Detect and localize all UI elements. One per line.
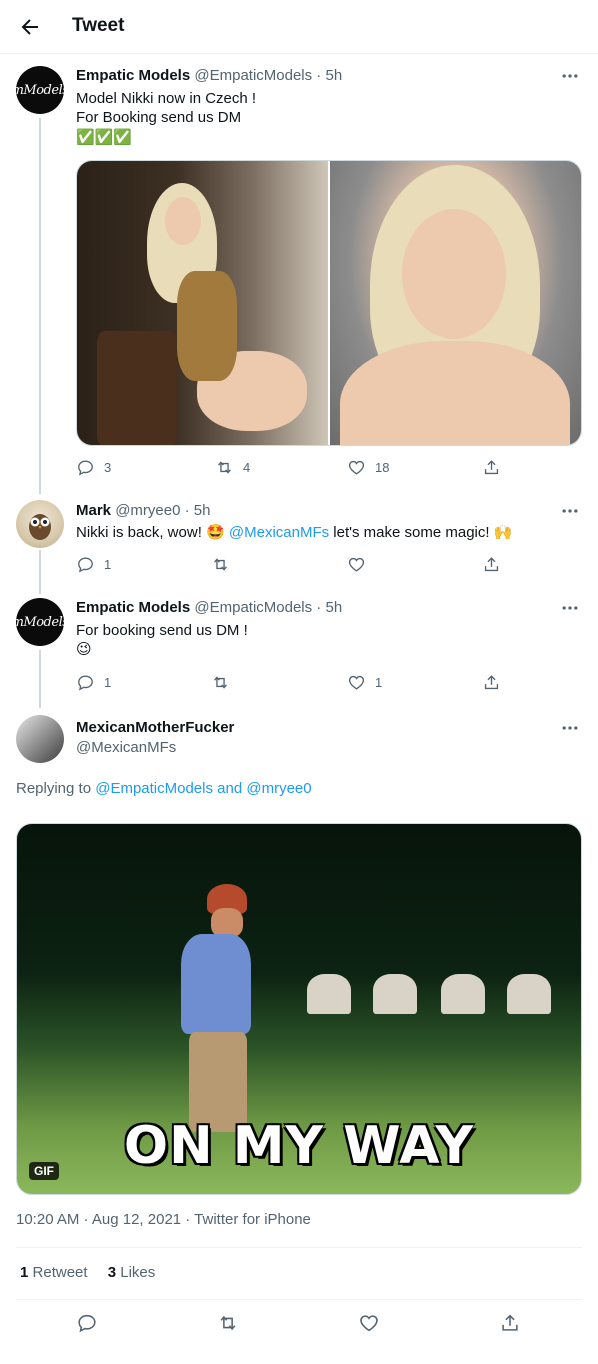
share-icon [484, 557, 499, 572]
page-header: Tweet [0, 0, 598, 54]
reply-button[interactable]: 3 [76, 458, 111, 477]
tweet-timestamp[interactable]: 10:20 AM · Aug 12, 2021 · Twitter for iP… [16, 1211, 311, 1228]
retweet-icon [214, 558, 227, 571]
divider [16, 1299, 582, 1300]
author-name[interactable]: Empatic Models [76, 67, 190, 84]
main-tweet-actions [0, 1312, 598, 1338]
reply-button[interactable]: 1 [76, 673, 111, 692]
tweet-author: Empatic Models @EmpaticModels · 5h [76, 67, 342, 84]
tweet-actions: 1 1 [0, 673, 598, 693]
share-button[interactable] [482, 673, 501, 692]
reply-icon [78, 1314, 96, 1333]
mention-link[interactable]: @MexicanMFs [229, 524, 329, 541]
reply-button[interactable] [76, 1312, 98, 1334]
tweet-author: Mark @mryee0 · 5h [76, 502, 210, 519]
heart-icon [360, 1315, 378, 1332]
share-icon [484, 675, 499, 690]
page-title: Tweet [72, 15, 125, 36]
share-button[interactable] [482, 458, 501, 477]
tweet-text-line: For booking send us DM ! [76, 622, 248, 639]
photo-right[interactable] [330, 161, 581, 445]
engagement-stats: 1 Retweet 3 Likes [20, 1264, 155, 1281]
heart-icon [348, 557, 365, 572]
reply-icon [78, 460, 93, 476]
like-count: 1 [375, 675, 383, 690]
replying-to-users[interactable]: @EmpaticModels and @mryee0 [95, 780, 311, 797]
more-icon[interactable] [560, 66, 580, 86]
author-handle[interactable]: @EmpaticModels · 5h [194, 67, 342, 84]
retweet-stat[interactable]: 1 Retweet [20, 1264, 88, 1281]
avatar[interactable] [16, 715, 64, 763]
replying-to: Replying to @EmpaticModels and @mryee0 [16, 780, 312, 797]
tweet-emoji: ✅✅✅ [76, 129, 133, 146]
author-handle[interactable]: @MexicanMFs [76, 739, 176, 756]
heart-icon [348, 675, 365, 690]
back-arrow-icon[interactable] [18, 15, 42, 39]
tweet-text: Nikki is back, wow! 🤩 @MexicanMFs let's … [76, 524, 513, 541]
tweet-actions: 3 4 18 [0, 458, 598, 478]
author-handle[interactable]: @EmpaticModels · 5h [194, 599, 342, 616]
retweet-button[interactable] [211, 555, 230, 574]
tweet-author: Empatic Models @EmpaticModels · 5h [76, 599, 342, 616]
retweet-button[interactable]: 4 [215, 458, 250, 477]
reply-count: 3 [104, 460, 112, 475]
tweet-text-line: Model Nikki now in Czech ! [76, 90, 257, 107]
reply-count: 1 [104, 557, 112, 572]
like-stat[interactable]: 3 Likes [108, 1264, 156, 1281]
heart-icon [348, 460, 365, 475]
retweet-count: 4 [243, 460, 251, 475]
retweet-button[interactable] [217, 1312, 239, 1334]
more-icon[interactable] [560, 501, 580, 521]
photo-left[interactable] [77, 161, 328, 445]
more-icon[interactable] [560, 718, 580, 738]
like-count: 18 [375, 460, 390, 475]
gif-media[interactable]: ON MY WAY GIF [16, 823, 582, 1195]
reply-button[interactable]: 1 [76, 555, 111, 574]
gif-figure [167, 884, 277, 1144]
avatar[interactable]: mModels [16, 598, 64, 646]
like-button[interactable] [347, 555, 366, 574]
divider [16, 1247, 582, 1248]
reply-count: 1 [104, 675, 112, 690]
avatar[interactable] [16, 500, 64, 548]
thread-connector [39, 118, 41, 494]
like-button[interactable]: 18 [347, 458, 389, 477]
gif-badge: GIF [29, 1162, 59, 1180]
avatar[interactable]: mModels [16, 66, 64, 114]
gif-mailboxes [307, 974, 577, 1044]
author-handle[interactable]: @mryee0 · 5h [115, 502, 210, 519]
like-button[interactable]: 1 [347, 673, 382, 692]
reply-icon [78, 675, 93, 691]
share-button[interactable] [499, 1312, 521, 1334]
tweet-text-line: For Booking send us DM [76, 109, 242, 126]
share-icon [484, 460, 499, 475]
tweet-media[interactable] [76, 160, 582, 446]
gif-caption: ON MY WAY [123, 1116, 475, 1176]
retweet-icon [220, 1315, 236, 1331]
retweet-button[interactable] [211, 673, 230, 692]
share-button[interactable] [482, 555, 501, 574]
tweet-emoji: 😉 [76, 641, 92, 658]
retweet-icon [218, 461, 231, 474]
author-name[interactable]: Mark [76, 502, 111, 519]
owl-icon [29, 514, 51, 540]
reply-icon [78, 557, 93, 573]
author-name[interactable]: MexicanMotherFucker [76, 719, 234, 736]
retweet-icon [214, 676, 227, 689]
tweet-actions: 1 [0, 555, 598, 575]
more-icon[interactable] [560, 598, 580, 618]
share-icon [502, 1314, 518, 1331]
like-button[interactable] [358, 1312, 380, 1334]
author-name[interactable]: Empatic Models [76, 599, 190, 616]
